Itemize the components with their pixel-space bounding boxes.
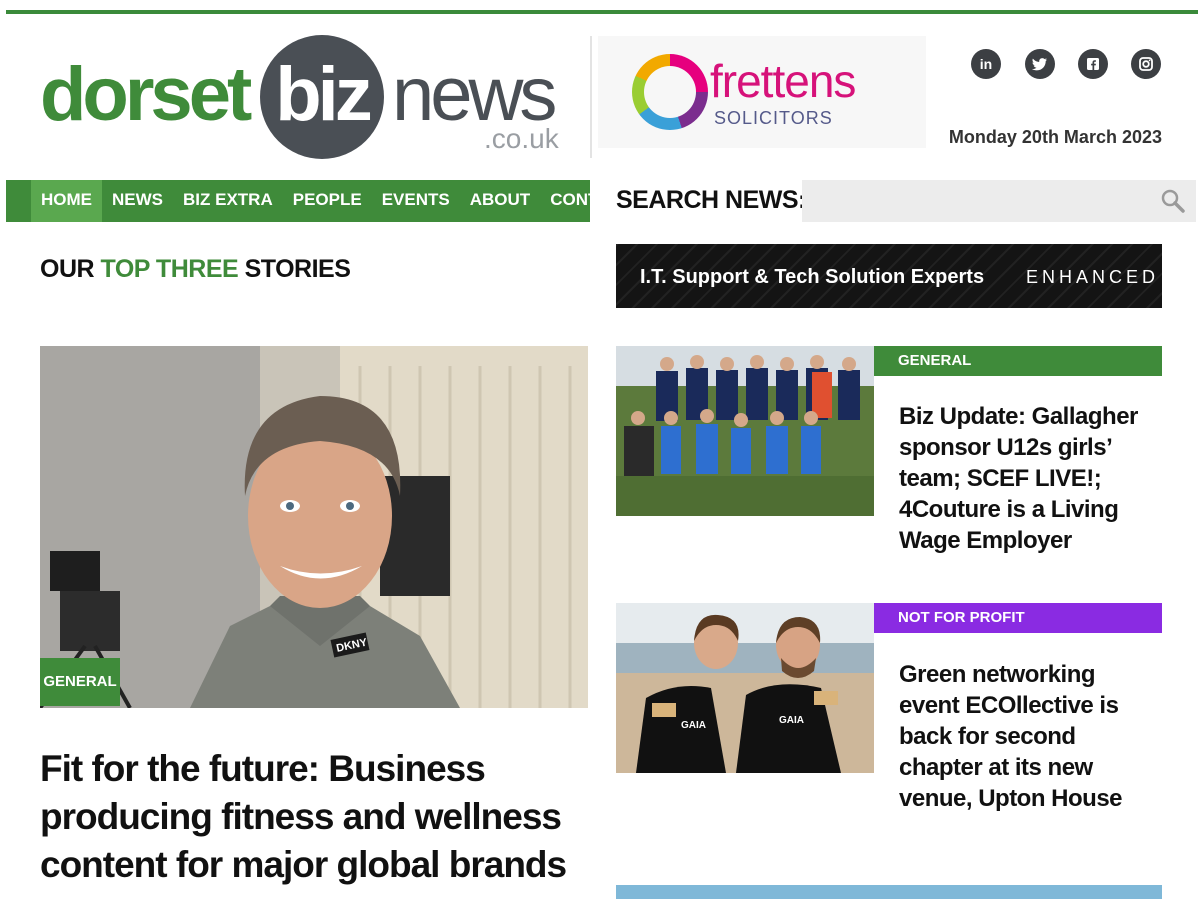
nav-home[interactable]: HOME — [31, 180, 102, 222]
shirt-logo-right: GAIA — [779, 715, 804, 726]
logo-domain-suffix: .co.uk — [484, 123, 559, 154]
side-story-1-headline[interactable]: Biz Update: Gallagher sponsor U12s girls… — [899, 401, 1149, 556]
current-date: Monday 20th March 2023 — [948, 127, 1162, 147]
nav-about[interactable]: ABOUT — [460, 180, 540, 222]
section-title-post: STORIES — [238, 255, 351, 283]
search-label: SEARCH NEWS: — [616, 186, 806, 214]
instagram-icon[interactable] — [1131, 49, 1161, 79]
section-title-highlight: TOP THREE — [100, 255, 239, 283]
header-divider — [590, 36, 592, 158]
side-story-3-image-peek[interactable] — [616, 885, 1162, 899]
side-story-2-headline[interactable]: Green networking event ECOllective is ba… — [899, 659, 1149, 814]
site-logo[interactable]: dorset biz news .co.uk — [40, 35, 570, 165]
nav-news[interactable]: NEWS — [102, 180, 173, 222]
advert-tagline: I.T. Support & Tech Solution Experts — [640, 266, 985, 288]
side-story-2-category-badge[interactable]: NOT FOR PROFIT — [874, 603, 1162, 633]
nav-biz-extra[interactable]: BIZ EXTRA — [173, 180, 283, 222]
side-story-1-category-label: GENERAL — [898, 352, 972, 369]
facebook-icon[interactable] — [1078, 49, 1108, 79]
twitter-icon[interactable] — [1025, 49, 1055, 79]
search-icon[interactable] — [1160, 188, 1186, 214]
logo-biz-text: biz — [275, 52, 373, 137]
advert-brand: ENHANCED — [1026, 267, 1160, 287]
frettens-brand: frettens — [710, 55, 856, 107]
nav-events[interactable]: EVENTS — [372, 180, 460, 222]
search-input[interactable] — [802, 180, 1196, 222]
top-accent-bar — [6, 10, 1198, 14]
section-title-pre: OUR — [40, 255, 101, 283]
main-story-headline[interactable]: Fit for the future: Business producing f… — [40, 745, 580, 889]
frettens-ring-center — [644, 66, 696, 118]
side-story-2-image[interactable]: GAIA GAIA — [616, 603, 874, 773]
main-story-category-badge[interactable]: GENERAL — [40, 658, 120, 706]
linkedin-icon[interactable]: in — [971, 49, 1001, 79]
nav-people[interactable]: PEOPLE — [283, 180, 372, 222]
main-story-image[interactable]: DKNY — [40, 346, 588, 708]
shirt-logo-left: GAIA — [681, 720, 706, 731]
logo-news-text: news — [392, 52, 557, 137]
frettens-subtitle: SOLICITORS — [714, 108, 833, 128]
side-story-1-category-badge[interactable]: GENERAL — [874, 346, 1162, 376]
main-nav: HOME NEWS BIZ EXTRA PEOPLE EVENTS ABOUT … — [6, 180, 632, 222]
side-story-1-image[interactable] — [616, 346, 874, 516]
side-story-2-category-label: NOT FOR PROFIT — [898, 609, 1025, 626]
frettens-advert[interactable]: frettens SOLICITORS — [598, 36, 926, 148]
it-support-advert[interactable]: I.T. Support & Tech Solution Experts ENH… — [616, 244, 1162, 308]
logo-dorset-text: dorset — [40, 52, 252, 137]
section-title: OUR TOP THREE STORIES — [40, 255, 351, 284]
